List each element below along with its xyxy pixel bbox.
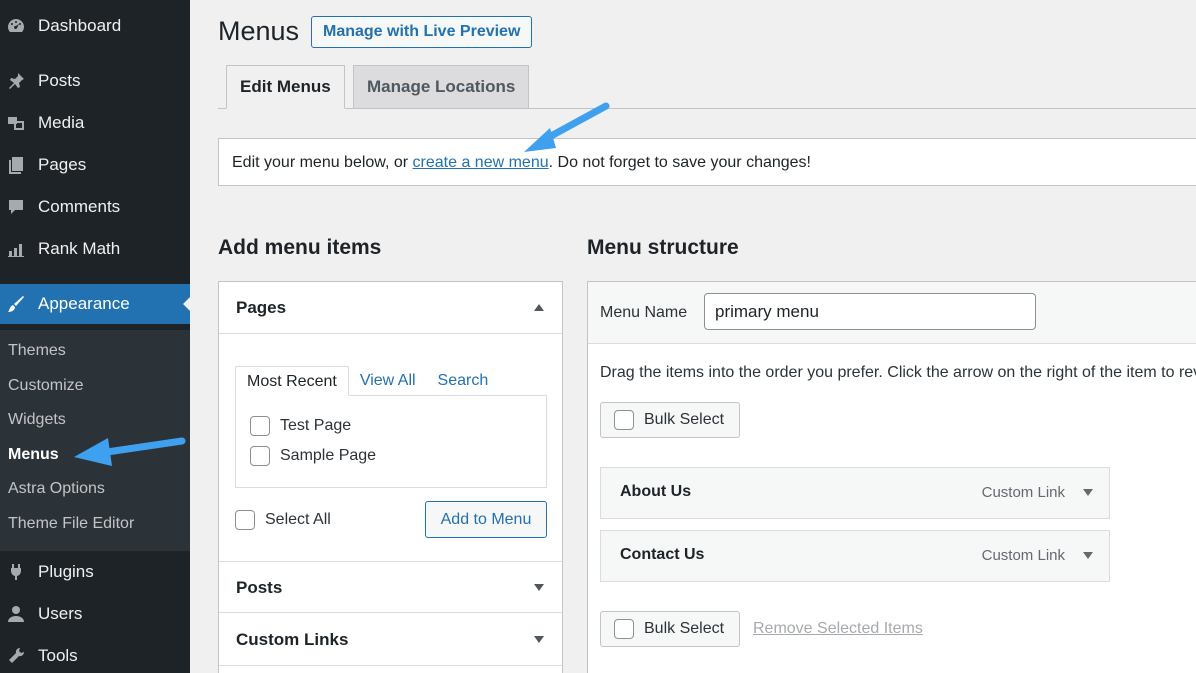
submenu-themes[interactable]: Themes (8, 339, 66, 363)
menu-item-title: Contact Us (620, 546, 705, 563)
submenu-theme-file-editor[interactable]: Theme File Editor (8, 512, 134, 536)
bulk-select-button[interactable]: Bulk Select (600, 402, 740, 438)
bulk-select-checkbox[interactable] (614, 619, 634, 639)
remove-selected-link[interactable]: Remove Selected Items (753, 620, 923, 638)
sidebar-item-label: Rank Math (38, 239, 121, 258)
sidebar-item-users[interactable]: Users (0, 594, 190, 634)
menu-item-row[interactable]: About Us Custom Link (600, 467, 1110, 519)
appearance-submenu: Themes Customize Widgets Menus Astra Opt… (0, 330, 190, 551)
tab-view-all[interactable]: View All (349, 366, 427, 396)
pages-accordion-header[interactable]: Pages (219, 282, 562, 334)
sidebar-item-label: Posts (38, 71, 81, 90)
dashboard-icon (5, 15, 27, 37)
notice-bar: Edit your menu below, or create a new me… (218, 138, 1196, 186)
media-icon (5, 112, 27, 134)
accordion-label: Pages (236, 298, 287, 317)
tab-manage-locations[interactable]: Manage Locations (353, 65, 530, 109)
menu-name-bar: Menu Name primary menu (588, 282, 1196, 344)
sidebar-item-pages[interactable]: Pages (0, 145, 190, 185)
sidebar-item-posts[interactable]: Posts (0, 61, 190, 101)
comments-icon (5, 196, 27, 218)
pages-icon (5, 154, 27, 176)
accordion-label: Posts (236, 578, 283, 597)
expand-arrow-icon (534, 636, 544, 643)
drag-help-text: Drag the items into the order you prefer… (600, 364, 1196, 381)
submenu-customize[interactable]: Customize (8, 374, 84, 398)
expand-arrow-icon[interactable] (1083, 489, 1093, 496)
sidebar-item-comments[interactable]: Comments (0, 187, 190, 227)
submenu-widgets[interactable]: Widgets (8, 408, 66, 432)
sidebar-item-label: Appearance (38, 294, 130, 313)
tab-search[interactable]: Search (427, 366, 500, 396)
list-item[interactable]: Test Page (250, 416, 351, 436)
create-new-menu-link[interactable]: create a new menu (413, 154, 549, 171)
sidebar-item-rank-math[interactable]: Rank Math (0, 229, 190, 269)
wrench-icon (5, 645, 27, 667)
sidebar-item-label: Users (38, 604, 83, 623)
sidebar-item-label: Dashboard (38, 16, 122, 35)
checkbox[interactable] (250, 416, 270, 436)
list-item[interactable]: Sample Page (250, 446, 376, 466)
sidebar-item-appearance[interactable]: Appearance (0, 284, 191, 324)
select-all-checkbox[interactable] (235, 510, 255, 530)
tab-divider (218, 108, 1196, 109)
page-title: Menus (218, 16, 300, 46)
tab-edit-menus[interactable]: Edit Menus (226, 65, 345, 109)
menu-item-row[interactable]: Contact Us Custom Link (600, 530, 1110, 582)
bulk-select-checkbox[interactable] (614, 410, 634, 430)
notice-text: Edit your menu below, or (232, 154, 413, 171)
menu-name-input[interactable]: primary menu (704, 293, 1036, 330)
submenu-menus[interactable]: Menus (8, 443, 59, 467)
menu-item-type: Custom Link (981, 547, 1065, 564)
pin-icon (5, 70, 27, 92)
tab-most-recent[interactable]: Most Recent (235, 366, 349, 396)
expand-arrow-icon (534, 584, 544, 591)
sidebar-item-tools[interactable]: Tools (0, 636, 190, 673)
notice-text: . Do not forget to save your changes! (548, 154, 811, 171)
sidebar-item-label: Media (38, 113, 85, 132)
chart-icon (5, 238, 27, 260)
collapse-arrow-icon (534, 304, 544, 311)
page-list: Test Page Sample Page (235, 395, 547, 488)
sidebar-item-label: Tools (38, 646, 78, 665)
sidebar-item-plugins[interactable]: Plugins (0, 552, 190, 592)
menu-item-title: About Us (620, 483, 692, 500)
add-to-menu-button[interactable]: Add to Menu (425, 501, 547, 538)
custom-links-accordion-header[interactable]: Custom Links (219, 614, 562, 666)
bulk-select-label: Bulk Select (644, 620, 725, 637)
sidebar-item-label: Comments (38, 197, 121, 216)
menu-structure-title: Menu structure (587, 236, 739, 259)
page-label: Test Page (280, 417, 352, 434)
checkbox[interactable] (250, 446, 270, 466)
sidebar-item-media[interactable]: Media (0, 103, 190, 143)
live-preview-button[interactable]: Manage with Live Preview (311, 16, 533, 48)
brush-icon (5, 293, 27, 315)
submenu-astra-options[interactable]: Astra Options (8, 477, 105, 501)
accordion-label: Custom Links (236, 630, 349, 649)
sidebar-item-dashboard[interactable]: Dashboard (0, 6, 190, 46)
add-menu-items-panel: Pages Most Recent View All Search Test P… (218, 281, 563, 673)
active-pointer (183, 296, 191, 312)
sidebar-item-label: Plugins (38, 562, 94, 581)
sidebar-item-label: Pages (38, 155, 87, 174)
add-menu-items-title: Add menu items (218, 236, 382, 259)
page-label: Sample Page (280, 447, 377, 464)
bulk-select-label: Bulk Select (644, 411, 725, 428)
menu-item-type: Custom Link (981, 484, 1065, 501)
admin-sidebar: Dashboard Posts Media Pages Comments Ran… (0, 0, 191, 673)
select-all[interactable]: Select All (235, 510, 331, 530)
user-icon (5, 603, 27, 625)
menu-structure-panel: Menu Name primary menu Drag the items in… (587, 281, 1196, 673)
select-all-label: Select All (265, 511, 331, 528)
menu-name-label: Menu Name (600, 304, 688, 321)
plug-icon (5, 561, 27, 583)
bulk-select-button[interactable]: Bulk Select (600, 611, 740, 647)
pages-tabs: Most Recent View All Search (235, 366, 499, 396)
posts-accordion-header[interactable]: Posts (219, 561, 562, 613)
expand-arrow-icon[interactable] (1083, 552, 1093, 559)
